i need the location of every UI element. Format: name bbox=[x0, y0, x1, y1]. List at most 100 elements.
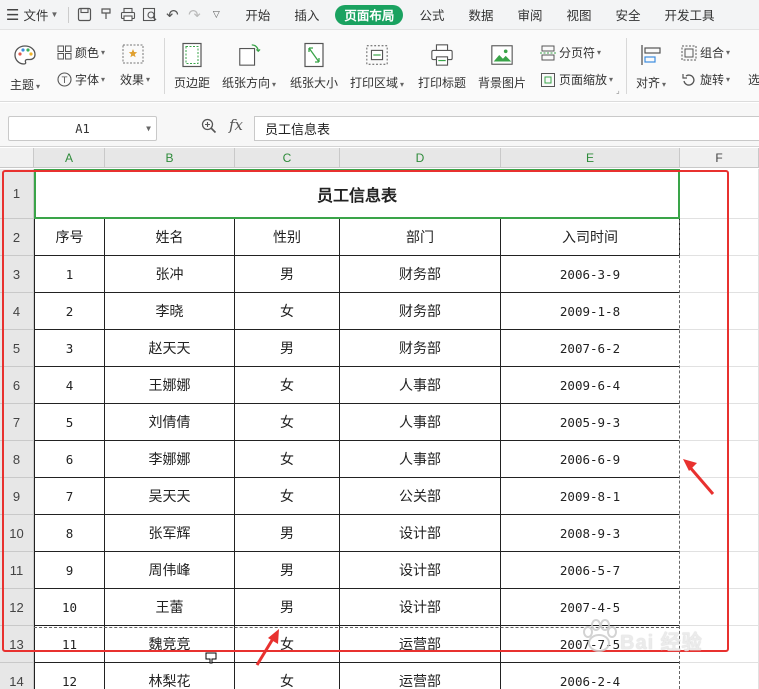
table-cell[interactable]: 女 bbox=[235, 367, 340, 404]
table-cell[interactable]: 7 bbox=[34, 478, 105, 515]
table-cell[interactable]: 财务部 bbox=[340, 330, 501, 367]
sheet-title-cell[interactable]: 员工信息表 bbox=[34, 169, 680, 219]
table-cell[interactable]: 2006-3-9 bbox=[501, 256, 680, 293]
table-cell[interactable]: 人事部 bbox=[340, 441, 501, 478]
cell-f7[interactable] bbox=[680, 404, 759, 441]
margins-button[interactable]: 页边距 bbox=[174, 42, 210, 91]
table-cell[interactable]: 公关部 bbox=[340, 478, 501, 515]
table-cell[interactable]: 2005-9-3 bbox=[501, 404, 680, 441]
column-header-e[interactable]: E bbox=[501, 148, 680, 168]
tab-insert[interactable]: 插入 bbox=[282, 0, 331, 30]
cell-f9[interactable] bbox=[680, 478, 759, 515]
tab-start[interactable]: 开始 bbox=[233, 0, 282, 30]
cell-f2[interactable] bbox=[680, 219, 759, 256]
cell-f11[interactable] bbox=[680, 552, 759, 589]
print-preview-icon[interactable] bbox=[139, 0, 161, 30]
row-header-6[interactable]: 6 bbox=[0, 367, 34, 404]
row-header-5[interactable]: 5 bbox=[0, 330, 34, 367]
dialog-launcher-icon[interactable]: ⌟ bbox=[616, 86, 620, 95]
table-cell[interactable]: 女 bbox=[235, 663, 340, 689]
table-cell[interactable]: 5 bbox=[34, 404, 105, 441]
table-cell[interactable]: 女 bbox=[235, 441, 340, 478]
table-cell[interactable]: 设计部 bbox=[340, 552, 501, 589]
cell-f4[interactable] bbox=[680, 293, 759, 330]
redo-icon[interactable]: ↷ bbox=[183, 0, 205, 30]
column-header-c[interactable]: C bbox=[235, 148, 340, 168]
row-header-12[interactable]: 12 bbox=[0, 589, 34, 626]
table-cell[interactable]: 运营部 bbox=[340, 663, 501, 689]
table-cell[interactable]: 张军辉 bbox=[105, 515, 235, 552]
theme-button[interactable]: 主题 ▾ bbox=[10, 42, 40, 93]
tab-view[interactable]: 视图 bbox=[554, 0, 603, 30]
table-cell[interactable]: 3 bbox=[34, 330, 105, 367]
table-cell[interactable]: 11 bbox=[34, 626, 105, 663]
table-cell[interactable]: 设计部 bbox=[340, 515, 501, 552]
table-cell[interactable]: 2009-1-8 bbox=[501, 293, 680, 330]
table-cell[interactable]: 男 bbox=[235, 589, 340, 626]
file-menu[interactable]: ☰ 文件 ▼ bbox=[0, 0, 64, 30]
table-cell[interactable]: 李晓 bbox=[105, 293, 235, 330]
table-cell[interactable]: 2007-7-5 bbox=[501, 626, 680, 663]
row-header-3[interactable]: 3 bbox=[0, 256, 34, 293]
header-cell-d[interactable]: 部门 bbox=[340, 219, 501, 256]
row-header-8[interactable]: 8 bbox=[0, 441, 34, 478]
table-cell[interactable]: 王蕾 bbox=[105, 589, 235, 626]
column-header-f[interactable]: F bbox=[680, 148, 759, 168]
table-cell[interactable]: 女 bbox=[235, 404, 340, 441]
row-header-14[interactable]: 14 bbox=[0, 663, 34, 689]
cell-f13[interactable] bbox=[680, 626, 759, 663]
table-cell[interactable]: 2007-6-2 bbox=[501, 330, 680, 367]
cell-f5[interactable] bbox=[680, 330, 759, 367]
table-cell[interactable]: 女 bbox=[235, 293, 340, 330]
column-header-b[interactable]: B bbox=[105, 148, 235, 168]
select-button[interactable]: 选 bbox=[748, 71, 759, 88]
table-cell[interactable]: 李娜娜 bbox=[105, 441, 235, 478]
table-cell[interactable]: 2009-8-1 bbox=[501, 478, 680, 515]
orientation-button[interactable]: 纸张方向 ▾ bbox=[222, 42, 276, 91]
table-cell[interactable]: 男 bbox=[235, 552, 340, 589]
effects-icon-button[interactable] bbox=[122, 44, 147, 64]
print-area-button[interactable]: 打印区域 ▾ bbox=[350, 42, 404, 91]
table-cell[interactable]: 周伟峰 bbox=[105, 552, 235, 589]
row-header-4[interactable]: 4 bbox=[0, 293, 34, 330]
cell-f12[interactable] bbox=[680, 589, 759, 626]
table-cell[interactable]: 男 bbox=[235, 515, 340, 552]
tab-review[interactable]: 审阅 bbox=[505, 0, 554, 30]
page-scale-button[interactable]: 页面缩放 ▾ bbox=[540, 71, 613, 88]
tab-formula[interactable]: 公式 bbox=[407, 0, 456, 30]
cell-f1[interactable] bbox=[680, 169, 759, 219]
table-cell[interactable]: 赵天天 bbox=[105, 330, 235, 367]
tab-data[interactable]: 数据 bbox=[456, 0, 505, 30]
header-cell-b[interactable]: 姓名 bbox=[105, 219, 235, 256]
tab-page-layout[interactable]: 页面布局 bbox=[335, 4, 404, 25]
select-all-corner[interactable] bbox=[0, 148, 34, 168]
table-cell[interactable]: 1 bbox=[34, 256, 105, 293]
table-cell[interactable]: 张冲 bbox=[105, 256, 235, 293]
formula-input[interactable]: 员工信息表 bbox=[254, 116, 759, 141]
table-cell[interactable]: 女 bbox=[235, 478, 340, 515]
table-cell[interactable]: 2006-5-7 bbox=[501, 552, 680, 589]
row-header-1[interactable]: 1 bbox=[0, 169, 34, 219]
table-cell[interactable]: 女 bbox=[235, 626, 340, 663]
row-header-13[interactable]: 13 bbox=[0, 626, 34, 663]
header-cell-e[interactable]: 入司时间 bbox=[501, 219, 680, 256]
table-cell[interactable]: 男 bbox=[235, 330, 340, 367]
cell-f14[interactable] bbox=[680, 663, 759, 689]
table-cell[interactable]: 财务部 bbox=[340, 293, 501, 330]
table-cell[interactable]: 刘倩倩 bbox=[105, 404, 235, 441]
table-cell[interactable]: 8 bbox=[34, 515, 105, 552]
table-cell[interactable]: 财务部 bbox=[340, 256, 501, 293]
table-cell[interactable]: 2006-2-4 bbox=[501, 663, 680, 689]
row-header-7[interactable]: 7 bbox=[0, 404, 34, 441]
effects-button[interactable]: 效果 ▾ bbox=[120, 71, 150, 88]
table-cell[interactable]: 吴天天 bbox=[105, 478, 235, 515]
group-button[interactable]: 组合 ▾ bbox=[681, 44, 730, 61]
zoom-icon[interactable] bbox=[201, 118, 217, 137]
table-cell[interactable]: 2008-9-3 bbox=[501, 515, 680, 552]
row-header-9[interactable]: 9 bbox=[0, 478, 34, 515]
table-cell[interactable]: 林梨花 bbox=[105, 663, 235, 689]
cell-f8[interactable] bbox=[680, 441, 759, 478]
table-cell[interactable]: 10 bbox=[34, 589, 105, 626]
row-header-2[interactable]: 2 bbox=[0, 219, 34, 256]
function-icon[interactable]: fx bbox=[229, 116, 243, 134]
